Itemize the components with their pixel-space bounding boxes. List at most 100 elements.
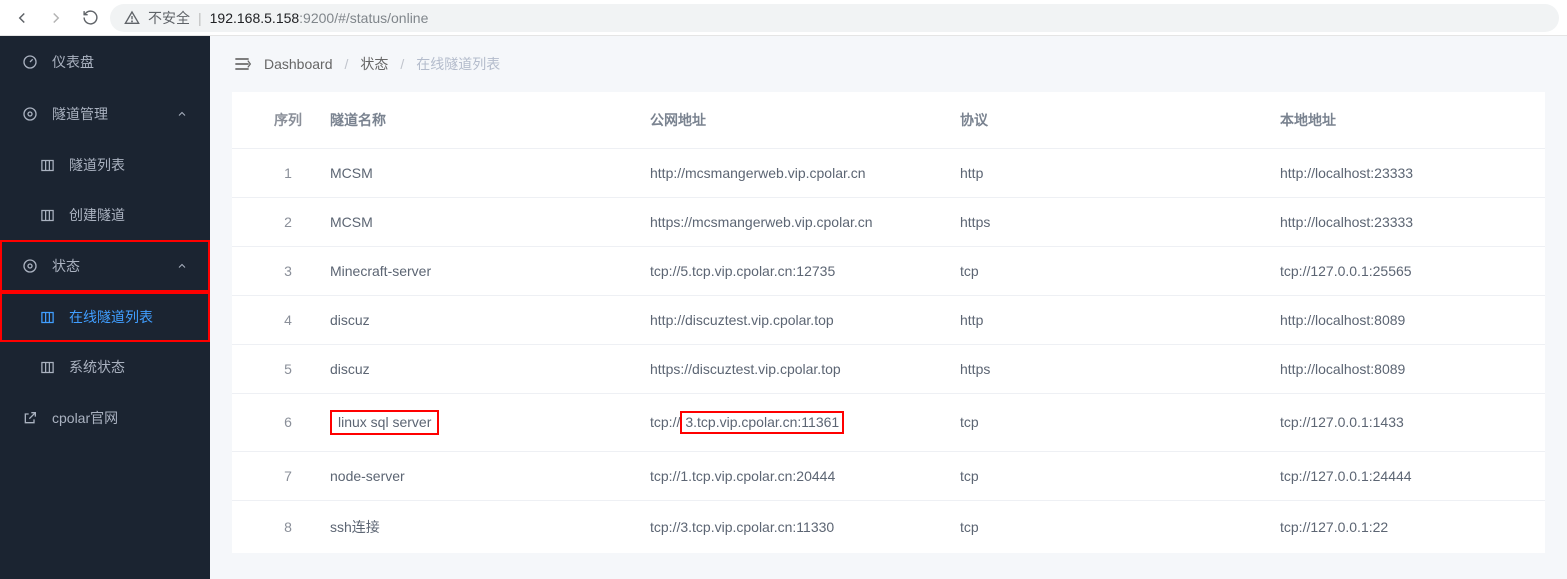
col-header-local: 本地地址 [1272, 92, 1545, 149]
dashboard-icon [22, 54, 38, 70]
insecure-warning-icon [124, 10, 140, 26]
cell-name: discuz [322, 296, 642, 345]
cell-name: ssh连接 [322, 500, 642, 553]
sidebar: 仪表盘 隧道管理 隧道列表 创建隧道 状态 在线隧道列表 系统状态 [0, 36, 210, 579]
cell-local: tcp://127.0.0.1:24444 [1272, 451, 1545, 500]
url-separator: | [198, 10, 202, 26]
status-icon [22, 258, 38, 274]
url-text: 192.168.5.158:9200/#/status/online [210, 10, 429, 26]
menu-toggle-icon[interactable] [232, 54, 252, 74]
tunnel-icon [22, 106, 38, 122]
sidebar-item-dashboard[interactable]: 仪表盘 [0, 36, 210, 88]
list-icon [40, 158, 55, 173]
cell-name: MCSM [322, 198, 642, 247]
browser-url-bar[interactable]: 不安全 | 192.168.5.158:9200/#/status/online [110, 4, 1559, 32]
cell-seq: 6 [232, 394, 322, 452]
sidebar-item-label: 隧道管理 [52, 104, 162, 124]
cell-proto: tcp [952, 500, 1272, 553]
cell-name: node-server [322, 451, 642, 500]
table-row[interactable]: 8ssh连接tcp://3.tcp.vip.cpolar.cn:11330tcp… [232, 500, 1545, 553]
table-row[interactable]: 6linux sql servertcp://3.tcp.vip.cpolar.… [232, 394, 1545, 452]
sidebar-item-create-tunnel[interactable]: 创建隧道 [0, 190, 210, 240]
cell-name: discuz [322, 345, 642, 394]
col-header-seq: 序列 [232, 92, 322, 149]
cell-name: MCSM [322, 149, 642, 198]
col-header-name: 隧道名称 [322, 92, 642, 149]
cell-proto: https [952, 198, 1272, 247]
table-row[interactable]: 5discuzhttps://discuztest.vip.cpolar.top… [232, 345, 1545, 394]
browser-back-button[interactable] [8, 4, 36, 32]
col-header-url: 公网地址 [642, 92, 952, 149]
tunnel-table: 序列 隧道名称 公网地址 协议 本地地址 1MCSMhttp://mcsmang… [232, 92, 1545, 553]
sidebar-item-tunnel-management[interactable]: 隧道管理 [0, 88, 210, 140]
cell-url: https://discuztest.vip.cpolar.top [642, 345, 952, 394]
cell-url: http://discuztest.vip.cpolar.top [642, 296, 952, 345]
sidebar-item-cpolar-website[interactable]: cpolar官网 [0, 392, 210, 444]
insecure-label: 不安全 [148, 8, 190, 28]
sidebar-item-label: 系统状态 [69, 357, 188, 377]
browser-forward-button[interactable] [42, 4, 70, 32]
cell-local: tcp://127.0.0.1:22 [1272, 500, 1545, 553]
external-link-icon [22, 410, 38, 426]
cell-proto: https [952, 345, 1272, 394]
cell-local: tcp://127.0.0.1:1433 [1272, 394, 1545, 452]
cell-url: tcp://1.tcp.vip.cpolar.cn:20444 [642, 451, 952, 500]
cell-proto: http [952, 296, 1272, 345]
breadcrumb-dashboard[interactable]: Dashboard [264, 56, 333, 72]
table-row[interactable]: 4discuzhttp://discuztest.vip.cpolar.toph… [232, 296, 1545, 345]
table-row[interactable]: 1MCSMhttp://mcsmangerweb.vip.cpolar.cnht… [232, 149, 1545, 198]
cell-seq: 7 [232, 451, 322, 500]
cell-name: Minecraft-server [322, 247, 642, 296]
table-row[interactable]: 7node-servertcp://1.tcp.vip.cpolar.cn:20… [232, 451, 1545, 500]
cell-local: http://localhost:8089 [1272, 345, 1545, 394]
breadcrumb-current: 在线隧道列表 [416, 54, 500, 74]
browser-chrome: 不安全 | 192.168.5.158:9200/#/status/online [0, 0, 1567, 36]
cell-local: http://localhost:23333 [1272, 198, 1545, 247]
cell-local: http://localhost:23333 [1272, 149, 1545, 198]
list-icon [40, 360, 55, 375]
cell-name: linux sql server [322, 394, 642, 452]
cell-seq: 5 [232, 345, 322, 394]
sidebar-item-system-status[interactable]: 系统状态 [0, 342, 210, 392]
cell-url: http://mcsmangerweb.vip.cpolar.cn [642, 149, 952, 198]
tunnel-table-panel: 序列 隧道名称 公网地址 协议 本地地址 1MCSMhttp://mcsmang… [232, 92, 1545, 553]
browser-reload-button[interactable] [76, 4, 104, 32]
cell-local: tcp://127.0.0.1:25565 [1272, 247, 1545, 296]
cell-local: http://localhost:8089 [1272, 296, 1545, 345]
topbar: Dashboard / 状态 / 在线隧道列表 [210, 36, 1567, 92]
sidebar-item-label: 创建隧道 [69, 205, 188, 225]
cell-seq: 4 [232, 296, 322, 345]
sidebar-item-label: 状态 [52, 256, 162, 276]
breadcrumb-sep: / [400, 56, 404, 72]
cell-proto: tcp [952, 247, 1272, 296]
list-icon [40, 208, 55, 223]
cell-url: tcp://3.tcp.vip.cpolar.cn:11361 [642, 394, 952, 452]
chevron-up-icon [176, 108, 188, 120]
chevron-up-icon [176, 260, 188, 272]
sidebar-item-label: 隧道列表 [69, 155, 188, 175]
cell-url: https://mcsmangerweb.vip.cpolar.cn [642, 198, 952, 247]
breadcrumb-sep: / [345, 56, 349, 72]
cell-url: tcp://5.tcp.vip.cpolar.cn:12735 [642, 247, 952, 296]
sidebar-item-online-tunnels[interactable]: 在线隧道列表 [0, 292, 210, 342]
table-header-row: 序列 隧道名称 公网地址 协议 本地地址 [232, 92, 1545, 149]
main-content: Dashboard / 状态 / 在线隧道列表 序列 隧道名称 公网地址 协议 … [210, 36, 1567, 579]
cell-proto: http [952, 149, 1272, 198]
sidebar-item-status[interactable]: 状态 [0, 240, 210, 292]
browser-nav [8, 4, 104, 32]
cell-proto: tcp [952, 451, 1272, 500]
sidebar-item-label: 仪表盘 [52, 52, 188, 72]
sidebar-item-label: cpolar官网 [52, 408, 188, 428]
breadcrumb-status[interactable]: 状态 [360, 54, 388, 74]
col-header-proto: 协议 [952, 92, 1272, 149]
cell-seq: 2 [232, 198, 322, 247]
cell-seq: 3 [232, 247, 322, 296]
list-icon [40, 310, 55, 325]
sidebar-item-tunnel-list[interactable]: 隧道列表 [0, 140, 210, 190]
table-row[interactable]: 3Minecraft-servertcp://5.tcp.vip.cpolar.… [232, 247, 1545, 296]
sidebar-item-label: 在线隧道列表 [69, 307, 188, 327]
cell-seq: 1 [232, 149, 322, 198]
cell-seq: 8 [232, 500, 322, 553]
table-row[interactable]: 2MCSMhttps://mcsmangerweb.vip.cpolar.cnh… [232, 198, 1545, 247]
cell-url: tcp://3.tcp.vip.cpolar.cn:11330 [642, 500, 952, 553]
